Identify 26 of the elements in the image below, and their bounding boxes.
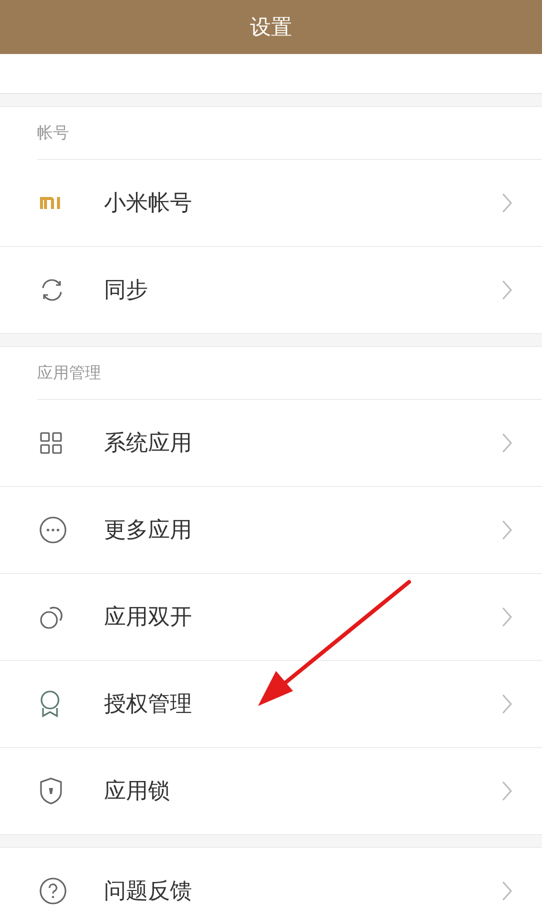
chevron-icon [502, 433, 512, 453]
chevron-icon [502, 881, 512, 901]
section-title: 应用管理 [37, 362, 101, 384]
more-icon [39, 516, 67, 544]
section-title: 帐号 [37, 122, 69, 144]
sync-icon [39, 277, 65, 303]
chevron-icon [502, 694, 512, 714]
mi-logo-icon [39, 196, 63, 210]
chevron-icon [502, 781, 512, 801]
list-item[interactable]: 同步 [0, 247, 542, 333]
list-item[interactable]: 问题反馈 [0, 848, 542, 913]
chevron-icon [502, 520, 512, 540]
list-item[interactable]: 应用双开 [0, 574, 542, 661]
shield-icon [39, 777, 63, 805]
list-item[interactable]: 系统应用 [0, 400, 542, 487]
award-icon [39, 690, 61, 718]
screen-title: 设置 [250, 14, 292, 41]
overlapping-circles-icon [39, 604, 65, 630]
list-item[interactable]: 小米帐号 [0, 160, 542, 247]
chevron-icon [502, 193, 512, 213]
list-item[interactable]: 应用锁 [0, 748, 542, 834]
help-icon [39, 877, 67, 905]
list-item[interactable]: 更多应用 [0, 487, 542, 574]
grid-icon [39, 431, 63, 455]
chevron-icon [502, 280, 512, 300]
chevron-icon [502, 607, 512, 627]
